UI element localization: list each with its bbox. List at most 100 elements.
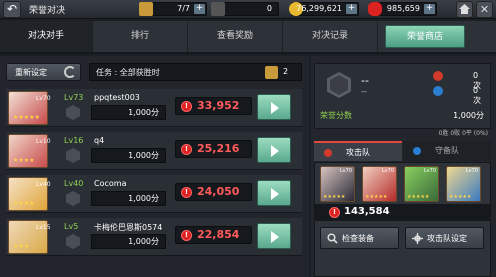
add-ticket-button[interactable]: +: [194, 4, 205, 14]
opponent-power: ! 24,050: [175, 183, 252, 201]
hero-level: Lv70: [339, 168, 352, 174]
mission-count: 2: [283, 67, 289, 76]
hero-stars: ★★★★★: [449, 194, 472, 200]
rank-box: -- -- 0次 0次 荣誉分数 1,000分: [314, 63, 491, 129]
rank-hex-icon: [66, 234, 80, 249]
opponent-avatar[interactable]: Lv40 ★★★★: [8, 177, 51, 211]
magnifier-icon: [327, 233, 338, 244]
avatar-stars: ★★★★: [13, 200, 35, 207]
tab-rewards[interactable]: 查看奖励: [188, 21, 283, 52]
power-icon: !: [181, 144, 192, 155]
opponent-name: 卡梅伦巴恩斯0574: [94, 223, 163, 232]
opponent-name: q4: [94, 136, 105, 145]
opponent-name: ppqtest003: [94, 93, 140, 102]
opponent-points: 1,000分: [91, 234, 166, 249]
tab-opponents[interactable]: 对决对手: [0, 21, 93, 52]
avatar-level: Lv15: [36, 224, 51, 231]
ticket-icon: [265, 66, 278, 79]
hero-level: Lv70: [423, 168, 436, 174]
tab-attack-team[interactable]: 攻击队: [314, 141, 402, 161]
tab-records[interactable]: 对决记录: [283, 21, 378, 52]
tab-label: 守备队: [435, 146, 459, 155]
home-button[interactable]: [456, 1, 473, 18]
power-icon: !: [181, 187, 192, 198]
home-icon: [459, 4, 470, 14]
power-icon: !: [181, 101, 192, 112]
hero-slot[interactable]: Lv70 ★★★★★: [446, 166, 481, 202]
mission-bar: 任务 : 全部获胜时 2: [89, 63, 302, 81]
add-gold-button[interactable]: +: [346, 4, 357, 14]
opponent-points: 1,000分: [91, 105, 166, 120]
opponent-level: Lv73: [64, 93, 84, 102]
record-text: 0胜 0败 0平 (0%): [438, 130, 488, 137]
opponent-power: ! 33,952: [175, 97, 252, 115]
hero-slot[interactable]: Lv70 ★★★★★: [404, 166, 439, 202]
add-ruby-button[interactable]: +: [424, 4, 435, 14]
tab-honor-shop[interactable]: 荣誉商店: [385, 25, 465, 48]
team-tabs: 攻击队 守备队: [314, 141, 491, 161]
team-power-value: 143,584: [344, 206, 390, 217]
avatar-level: Lv40: [36, 181, 51, 188]
close-button[interactable]: ✕: [476, 1, 493, 18]
opponent-level: Lv16: [64, 136, 84, 145]
opponent-avatar[interactable]: Lv15 ★★★: [8, 220, 51, 254]
honor-value: 1,000分: [453, 111, 484, 120]
team-box: Lv70 ★★★★★ Lv70 ★★★★★ Lv70 ★★★★★ Lv70 ★★…: [314, 162, 491, 277]
opponent-row: Lv40 ★★★★ Lv40 Cocoma 1,000分 ! 24,050: [6, 175, 302, 213]
gear-icon: [412, 233, 423, 244]
opponent-name: Cocoma: [94, 179, 127, 188]
top-bar: ↶ 荣誉对决 7/7 + 0 76,299,621 + 985,659 + ✕: [0, 0, 496, 19]
blank-value: 0: [266, 4, 272, 13]
challenge-button[interactable]: [257, 137, 291, 163]
ruby-counter: 985,659 +: [368, 2, 437, 16]
tab-ranking[interactable]: 排行: [93, 21, 188, 52]
close-icon: ✕: [479, 3, 490, 16]
blue-orb-icon: [413, 147, 421, 155]
avatar-stars: ★★★: [13, 243, 30, 250]
avatar-stars: ★★★★★: [13, 114, 40, 121]
reset-label: 重新设定: [15, 68, 47, 77]
hero-slot[interactable]: Lv70 ★★★★★: [362, 166, 397, 202]
blank-counter: 0: [211, 2, 279, 16]
refresh-icon: [64, 66, 76, 78]
rank-name: --: [361, 74, 369, 87]
mission-label: 任务 : 全部获胜时: [96, 68, 160, 77]
power-icon: !: [329, 207, 340, 218]
hero-stars: ★★★★★: [323, 194, 346, 200]
avatar-level: Lv70: [36, 95, 51, 102]
avatar-level: Lv10: [36, 138, 51, 145]
reset-button[interactable]: 重新设定: [6, 63, 81, 81]
power-value: 25,216: [197, 142, 240, 155]
ticket-counter: 7/7 +: [139, 2, 207, 16]
opponent-avatar[interactable]: Lv10 ★★★★: [8, 134, 51, 168]
opponent-row: Lv70 ★★★★★ Lv73 ppqtest003 1,000分 ! 33,9…: [6, 89, 302, 127]
button-label: 检查装备: [342, 234, 374, 243]
challenge-button[interactable]: [257, 180, 291, 206]
gold-counter: 76,299,621 +: [289, 2, 359, 16]
tab-label: 攻击队: [346, 148, 370, 157]
rank-hex-icon: [66, 105, 80, 120]
opponent-power: ! 22,854: [175, 226, 252, 244]
ruby-icon: [368, 2, 382, 16]
button-label: 攻击队设定: [427, 234, 467, 243]
opponent-avatar[interactable]: Lv70 ★★★★★: [8, 91, 51, 125]
check-equipment-button[interactable]: 检查装备: [320, 227, 399, 249]
attack-team-settings-button[interactable]: 攻击队设定: [405, 227, 484, 249]
rank-hex-icon: [66, 191, 80, 206]
opponent-row: Lv10 ★★★★ Lv16 q4 1,000分 ! 25,216: [6, 132, 302, 170]
ticket-value: 7/7: [177, 4, 190, 13]
power-value: 24,050: [197, 185, 240, 198]
ruby-value: 985,659: [386, 4, 420, 13]
main-tabs: 对决对手 排行 查看奖励 对决记录 荣誉商店: [0, 21, 496, 54]
challenge-button[interactable]: [257, 223, 291, 249]
back-button[interactable]: ↶: [3, 1, 21, 18]
red-orb-icon: [433, 71, 443, 81]
hero-level: Lv70: [381, 168, 394, 174]
hero-slot[interactable]: Lv70 ★★★★★: [320, 166, 355, 202]
tab-defense-team[interactable]: 守备队: [403, 141, 491, 161]
opponent-power: ! 25,216: [175, 140, 252, 158]
challenge-button[interactable]: [257, 94, 291, 120]
opponent-points: 1,000分: [91, 148, 166, 163]
opponent-points: 1,000分: [91, 191, 166, 206]
ticket-icon: [139, 2, 153, 16]
